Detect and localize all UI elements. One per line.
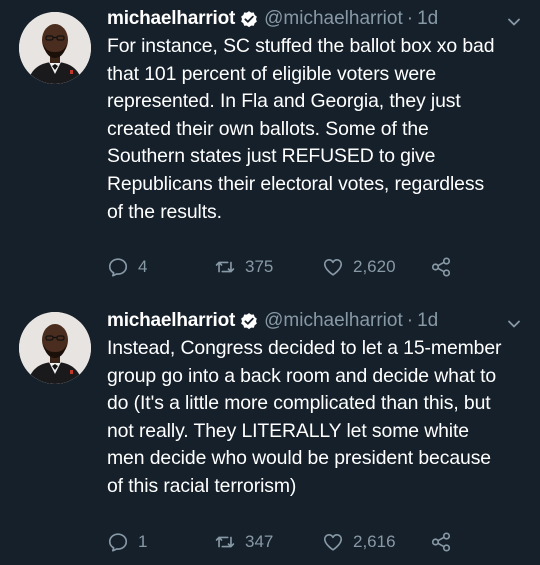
tweet-text-line: of the results. (107, 200, 222, 223)
tweet-header: michaelharriot @michaelharriot · 1d (107, 308, 438, 334)
like-button[interactable]: 2,620 (322, 254, 396, 280)
avatar[interactable] (19, 312, 91, 384)
avatar-photo (19, 12, 91, 84)
like-count: 2,620 (353, 257, 396, 276)
timestamp[interactable]: 1d (417, 6, 438, 32)
heart-icon (323, 259, 343, 276)
reply-bubble-icon (108, 258, 128, 277)
author-handle[interactable]: @michaelharriot (264, 308, 403, 334)
timestamp[interactable]: 1d (417, 308, 438, 334)
heart-icon (323, 534, 343, 551)
tweet-text-line: Southern states just REFUSED to give (107, 145, 436, 168)
author-handle[interactable]: @michaelharriot (264, 6, 403, 32)
author-name[interactable]: michaelharriot (107, 6, 235, 32)
tweet-actions: 4 375 2,620 (107, 254, 507, 280)
retweet-icon (215, 261, 235, 273)
reply-button[interactable]: 4 (107, 254, 147, 280)
separator-dot: · (406, 8, 414, 29)
avatar[interactable] (19, 12, 91, 84)
retweet-count: 347 (245, 532, 274, 551)
retweet-count: 375 (245, 257, 274, 276)
reply-count: 4 (138, 257, 148, 276)
tweet-text-line: that 101 percent of eligible voters were (107, 62, 437, 85)
tweet-text: Instead, Congress decided to let a 15-me… (107, 335, 527, 501)
share-icon (431, 532, 451, 552)
retweet-icon (215, 536, 235, 548)
like-count: 2,616 (353, 532, 396, 551)
tweet-text-line: created their own ballots. Some of the (107, 117, 429, 140)
tweet-text-line: Republicans their electoral votes, regar… (107, 172, 485, 195)
retweet-button[interactable]: 347 (214, 529, 273, 555)
tweet-text-line: represented. In Fla and Georgia, they ju… (107, 90, 461, 113)
tweet-text-line: Instead, Congress decided to let a 15-me… (107, 337, 502, 359)
tweet-header: michaelharriot @michaelharriot · 1d (107, 6, 438, 32)
retweet-button[interactable]: 375 (214, 254, 273, 280)
tweet-text-line: do (It's a little more complicated than … (107, 392, 491, 415)
tweet[interactable]: michaelharriot @michaelharriot · 1d For … (0, 0, 540, 300)
chevron-down-icon[interactable] (506, 316, 522, 332)
tweet-text-line: not really. They LITERALLY let some whit… (107, 419, 469, 442)
like-button[interactable]: 2,616 (322, 529, 396, 555)
tweet-text-line: For instance, SC stuffed the ballot box … (107, 35, 495, 57)
tweet-actions: 1 347 2,616 (107, 529, 507, 555)
separator-dot: · (406, 310, 414, 331)
share-button[interactable] (430, 529, 452, 555)
verified-badge-icon (241, 313, 257, 330)
tweet-text-line: men decide who would be president becaus… (107, 447, 491, 470)
avatar-photo (19, 312, 91, 384)
tweet[interactable]: michaelharriot @michaelharriot · 1d Inst… (0, 300, 540, 565)
reply-bubble-icon (108, 533, 128, 552)
reply-button[interactable]: 1 (107, 529, 147, 555)
chevron-down-icon[interactable] (506, 14, 522, 30)
tweet-text: For instance, SC stuffed the ballot box … (107, 33, 527, 226)
verified-badge-icon (241, 11, 257, 28)
author-name[interactable]: michaelharriot (107, 308, 235, 334)
tweet-text-line: group go into a back room and decide wha… (107, 364, 497, 387)
share-button[interactable] (430, 254, 452, 280)
reply-count: 1 (138, 532, 148, 551)
tweet-text-line: of this racial terrorism) (107, 474, 297, 497)
share-icon (431, 257, 451, 277)
